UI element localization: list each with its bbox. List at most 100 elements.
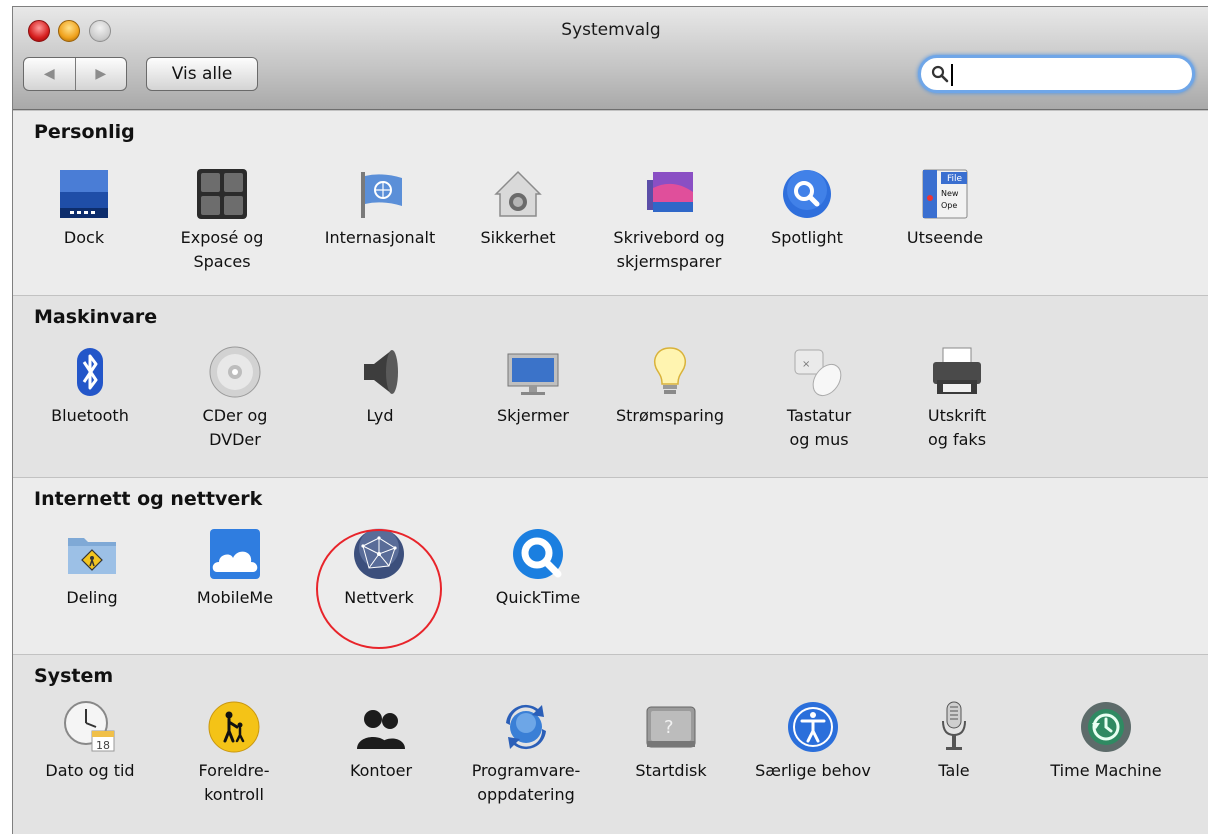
pref-sharing[interactable]: Deling [22,526,162,610]
pref-quicktime[interactable]: QuickTime [468,526,608,610]
show-all-button[interactable]: Vis alle [146,57,258,91]
pref-label: Foreldre- kontroll [198,761,270,804]
dock-icon [60,170,108,218]
pref-date-time[interactable]: 18 Dato og tid [20,699,160,783]
cloud-icon [210,529,260,579]
keyboard-mouse-icon: × [794,349,842,397]
universal-access-icon [788,702,838,752]
svg-text:?: ? [664,717,674,738]
highlight-circle [316,529,442,649]
pref-label: Utskrift og faks [927,406,987,449]
pref-label: Exposé og Spaces [180,228,264,271]
forward-arrow-icon: ▶ [95,66,107,82]
appearance-new-text: New [941,189,959,198]
spotlight-icon [783,170,831,218]
speaker-icon [364,350,398,394]
pref-international[interactable]: Internasjonalt [310,166,450,250]
pref-label: Startdisk [635,761,707,780]
pref-label: Spotlight [771,228,843,247]
display-icon [507,353,559,395]
back-arrow-icon: ◀ [43,66,55,82]
pref-accounts[interactable]: Kontoer [311,699,451,783]
appearance-file-text: File [947,174,963,184]
system-preferences-window: Systemvalg ◀ ▶ Vis alle Personlig Dock E… [12,6,1208,834]
expose-spaces-icon [197,169,247,219]
pref-startup-disk[interactable]: ? Startdisk [601,699,741,783]
pref-energy-saver[interactable]: Strømsparing [600,344,740,428]
pref-security[interactable]: Sikkerhet [448,166,588,250]
appearance-icon: File New Ope [922,169,968,219]
pref-label: Time Machine [1050,761,1162,780]
text-cursor [951,64,953,86]
pref-spotlight[interactable]: Spotlight [737,166,877,250]
pref-label: Tale [938,761,970,780]
calendar-day-text: 18 [96,739,110,752]
pref-label: Sikkerhet [480,228,556,247]
pref-displays[interactable]: Skjermer [463,344,603,428]
parental-controls-icon [208,701,260,753]
pref-label: Programvare- oppdatering [471,761,581,804]
flag-icon [361,172,402,218]
section-title-hardware: Maskinvare [34,306,158,328]
pref-label: QuickTime [495,588,581,607]
quicktime-icon [513,529,563,579]
pref-software-update[interactable]: Programvare- oppdatering [456,699,596,807]
pref-label: Strømsparing [616,406,724,425]
search-field[interactable] [918,55,1195,93]
time-machine-icon [1081,702,1131,752]
pref-cds-dvds[interactable]: CDer og DVDer [165,344,305,452]
bluetooth-icon [77,348,103,396]
appearance-open-text: Ope [941,201,957,210]
pref-label: Internasjonalt [324,228,436,247]
section-personal: Personlig Dock Exposé og Spaces Internas… [13,110,1208,296]
pref-parental-controls[interactable]: Foreldre- kontroll [164,699,304,807]
section-title-internet: Internett og nettverk [34,488,263,510]
search-icon [931,65,949,83]
pref-dock[interactable]: Dock [14,166,154,250]
pref-desktop-screensaver[interactable]: Skrivebord og skjermsparer [599,166,739,274]
pref-mobileme[interactable]: MobileMe [165,526,305,610]
back-button[interactable]: ◀ [24,58,76,90]
hard-disk-icon: ? [646,706,696,748]
pref-label: CDer og DVDer [202,406,268,449]
svg-text:×: × [802,359,810,370]
pref-label: Bluetooth [51,406,129,425]
disc-icon [209,346,261,398]
section-title-system: System [34,665,114,687]
section-title-personal: Personlig [34,121,135,143]
pref-expose-spaces[interactable]: Exposé og Spaces [152,166,292,274]
pref-bluetooth[interactable]: Bluetooth [20,344,160,428]
pref-sound[interactable]: Lyd [310,344,450,428]
clock-calendar-icon: 18 [64,701,115,752]
pref-speech[interactable]: Tale [884,699,1024,783]
pref-label: Lyd [366,406,394,425]
pref-label: Deling [66,588,118,607]
pref-time-machine[interactable]: Time Machine [1036,699,1176,783]
printer-icon [933,347,981,394]
pref-print-fax[interactable]: Utskrift og faks [887,344,1027,452]
accounts-people-icon [357,710,405,749]
search-input[interactable] [951,62,1151,86]
pref-label: Utseende [906,228,984,247]
pref-label: Skrivebord og skjermsparer [613,228,725,271]
pref-appearance[interactable]: File New Ope Utseende [875,166,1015,250]
section-hardware: Maskinvare Bluetooth CDer og DVDer Lyd S… [13,295,1208,478]
section-internet: Internett og nettverk Deling MobileMe Ne… [13,477,1208,655]
section-system: System 18 Dato og tid Foreldre- kontroll [13,654,1208,834]
pref-label: Tastatur og mus [786,406,852,449]
title-bar: Systemvalg ◀ ▶ Vis alle [13,7,1208,110]
desktop-screensaver-icon [647,172,693,212]
sharing-folder-icon [68,538,116,574]
pref-label: Dato og tid [45,761,135,780]
house-safe-icon [494,170,542,217]
lightbulb-icon [654,347,686,394]
pref-label: Kontoer [349,761,413,780]
pref-universal-access[interactable]: Særlige behov [743,699,883,783]
pref-label: Dock [63,228,105,247]
forward-button[interactable]: ▶ [76,58,127,90]
pref-label: Skjermer [496,406,569,425]
navigation-segment: ◀ ▶ [23,57,127,91]
software-update-icon [506,704,546,750]
pref-keyboard-mouse[interactable]: × Tastatur og mus [749,344,889,452]
pref-label: MobileMe [196,588,274,607]
